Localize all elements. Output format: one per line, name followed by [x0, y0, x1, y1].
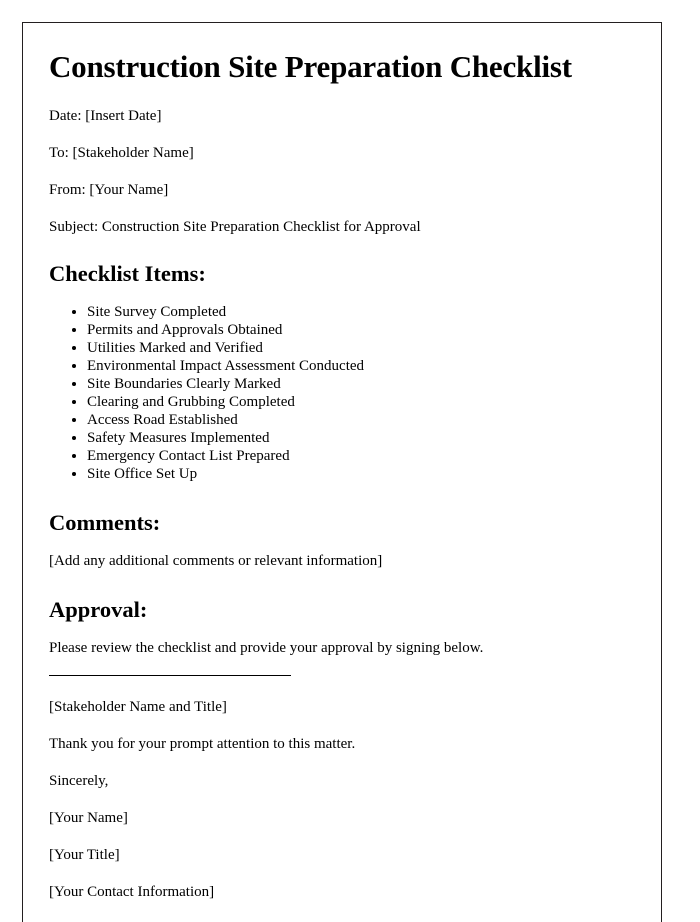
closing-sincerely: Sincerely, — [49, 772, 109, 789]
meta-line-date: Date: [Insert Date] — [49, 107, 162, 124]
checklist-list: Site Survey Completed Permits and Approv… — [49, 303, 631, 483]
list-item: Emergency Contact List Prepared — [87, 447, 631, 465]
list-item: Clearing and Grubbing Completed — [87, 393, 631, 411]
meta-line-to: To: [Stakeholder Name] — [49, 144, 194, 161]
comments-placeholder-text: [Add any additional comments or relevant… — [49, 552, 383, 569]
signature-caption: [Stakeholder Name and Title] — [49, 698, 227, 715]
approval-intro-text: Please review the checklist and provide … — [49, 639, 484, 656]
closing-contact-information: [Your Contact Information] — [49, 883, 215, 900]
closing-your-name: [Your Name] — [49, 809, 128, 826]
approval-heading: Approval: — [49, 596, 148, 622]
list-item: Utilities Marked and Verified — [87, 339, 631, 357]
list-item: Site Boundaries Clearly Marked — [87, 375, 631, 393]
checklist-items-heading: Checklist Items: — [49, 260, 206, 286]
closing-your-title: [Your Title] — [49, 846, 120, 863]
list-item: Safety Measures Implemented — [87, 429, 631, 447]
meta-line-from: From: [Your Name] — [49, 181, 169, 198]
list-item: Access Road Established — [87, 411, 631, 429]
signature-line — [49, 674, 291, 676]
document-page: Construction Site Preparation Checklist … — [22, 22, 662, 922]
meta-line-subject: Subject: Construction Site Preparation C… — [49, 218, 421, 235]
list-item: Permits and Approvals Obtained — [87, 321, 631, 339]
comments-heading: Comments: — [49, 509, 161, 535]
list-item: Site Survey Completed — [87, 303, 631, 321]
list-item: Environmental Impact Assessment Conducte… — [87, 357, 631, 375]
closing-thank-you: Thank you for your prompt attention to t… — [49, 735, 356, 752]
document-body: Construction Site Preparation Checklist … — [23, 23, 661, 901]
list-item: Site Office Set Up — [87, 465, 631, 483]
page-title: Construction Site Preparation Checklist — [49, 49, 572, 84]
